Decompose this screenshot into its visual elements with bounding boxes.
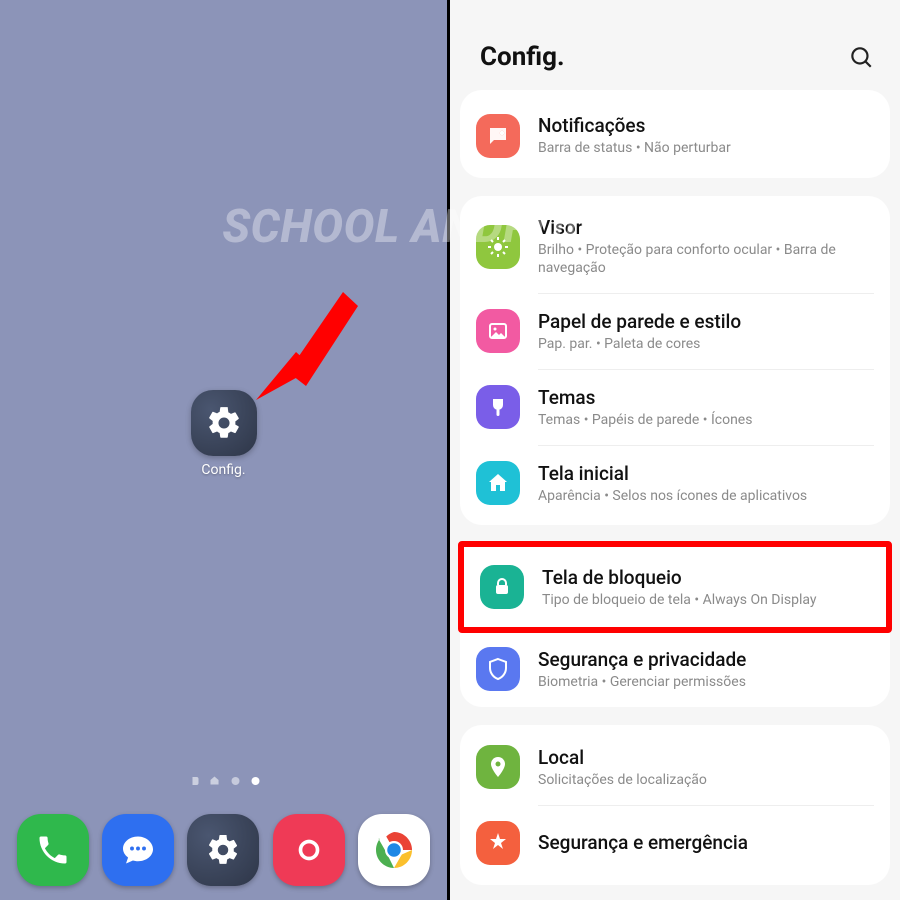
settings-item-display[interactable]: Visor Brilho • Proteção para conforto oc…	[460, 200, 890, 293]
page-dot[interactable]	[210, 776, 219, 785]
gear-icon	[205, 404, 243, 442]
settings-item-themes[interactable]: Temas Temas • Papéis de parede • Ícones	[460, 369, 890, 445]
page-dot[interactable]	[231, 777, 239, 785]
homescreen-area[interactable]: Config.	[0, 0, 447, 900]
settings-title: Config.	[480, 42, 565, 72]
search-button[interactable]	[846, 42, 876, 72]
notifications-icon	[476, 114, 520, 158]
item-title: Tela de bloqueio	[542, 566, 870, 589]
settings-card: Tela de bloqueio Tipo de bloqueio de tel…	[460, 541, 890, 707]
settings-item-notifications[interactable]: Notificações Barra de status • Não pertu…	[460, 98, 890, 174]
location-pin-icon	[486, 755, 510, 779]
brush-icon	[486, 395, 510, 419]
gear-icon	[205, 832, 241, 868]
item-title: Tela inicial	[538, 462, 874, 485]
themes-icon	[476, 385, 520, 429]
dock-chrome-app[interactable]	[358, 814, 430, 886]
dock-phone-app[interactable]	[17, 814, 89, 886]
phone-icon	[35, 832, 71, 868]
page-dot-active[interactable]	[251, 777, 259, 785]
highlight-lockscreen: Tela de bloqueio Tipo de bloqueio de tel…	[458, 541, 892, 633]
page-dot[interactable]	[188, 777, 198, 785]
item-subtitle: Pap. par. • Paleta de cores	[538, 335, 874, 353]
red-arrow-annotation	[248, 282, 358, 412]
security-icon-badge	[476, 647, 520, 691]
emergency-icon-badge	[476, 821, 520, 865]
settings-card: Local Solicitações de localização Segura…	[460, 725, 890, 885]
item-title: Segurança e privacidade	[538, 648, 874, 671]
settings-item-security[interactable]: Segurança e privacidade Biometria • Gere…	[460, 631, 890, 707]
item-subtitle: Aparência • Selos nos ícones de aplicati…	[538, 487, 874, 505]
display-icon	[476, 225, 520, 269]
settings-item-location[interactable]: Local Solicitações de localização	[460, 729, 890, 805]
home-icon-badge	[476, 461, 520, 505]
settings-item-homescreen[interactable]: Tela inicial Aparência • Selos nos ícone…	[460, 445, 890, 521]
settings-app-shortcut[interactable]: Config.	[191, 390, 257, 478]
settings-list: Notificações Barra de status • Não pertu…	[450, 90, 900, 885]
item-title: Notificações	[538, 114, 874, 137]
settings-item-emergency[interactable]: Segurança e emergência	[460, 805, 890, 881]
image-icon	[486, 319, 510, 343]
wallpaper-icon	[476, 309, 520, 353]
dock-settings-app[interactable]	[187, 814, 259, 886]
item-title: Temas	[538, 386, 874, 409]
settings-card: Visor Brilho • Proteção para conforto oc…	[460, 196, 890, 525]
location-icon-badge	[476, 745, 520, 789]
settings-app-label: Config.	[201, 462, 245, 478]
item-subtitle: Tipo de bloqueio de tela • Always On Dis…	[542, 591, 870, 609]
home-icon	[486, 471, 510, 495]
emergency-icon	[486, 831, 510, 855]
chat-icon	[120, 832, 156, 868]
dock	[0, 814, 447, 886]
homescreen-panel: SCHOOL ANDROID BR Config.	[0, 0, 450, 900]
sun-icon	[486, 235, 510, 259]
item-subtitle: Solicitações de localização	[538, 771, 874, 789]
page-indicator[interactable]	[188, 776, 259, 785]
lock-icon	[490, 575, 514, 599]
settings-item-lockscreen[interactable]: Tela de bloqueio Tipo de bloqueio de tel…	[464, 547, 886, 627]
dock-camera-app[interactable]	[273, 814, 345, 886]
lock-icon-badge	[480, 565, 524, 609]
item-title: Local	[538, 746, 874, 769]
settings-panel: Config. Notificações Barra de status • N…	[450, 0, 900, 900]
search-icon	[848, 44, 874, 70]
settings-item-wallpaper[interactable]: Papel de parede e estilo Pap. par. • Pal…	[460, 293, 890, 369]
item-title: Papel de parede e estilo	[538, 310, 874, 333]
settings-header: Config.	[450, 0, 900, 90]
shield-icon	[486, 657, 510, 681]
item-title: Segurança e emergência	[538, 831, 874, 854]
item-subtitle: Barra de status • Não perturbar	[538, 139, 874, 157]
dock-messages-app[interactable]	[102, 814, 174, 886]
settings-card: Notificações Barra de status • Não pertu…	[460, 90, 890, 178]
item-title: Visor	[538, 216, 874, 239]
camera-icon	[289, 830, 329, 870]
item-subtitle: Brilho • Proteção para conforto ocular •…	[538, 241, 874, 277]
chrome-icon	[367, 823, 421, 877]
speech-bubble-icon	[486, 124, 510, 148]
item-subtitle: Temas • Papéis de parede • Ícones	[538, 411, 874, 429]
item-subtitle: Biometria • Gerenciar permissões	[538, 673, 874, 691]
settings-app-icon[interactable]	[191, 390, 257, 456]
